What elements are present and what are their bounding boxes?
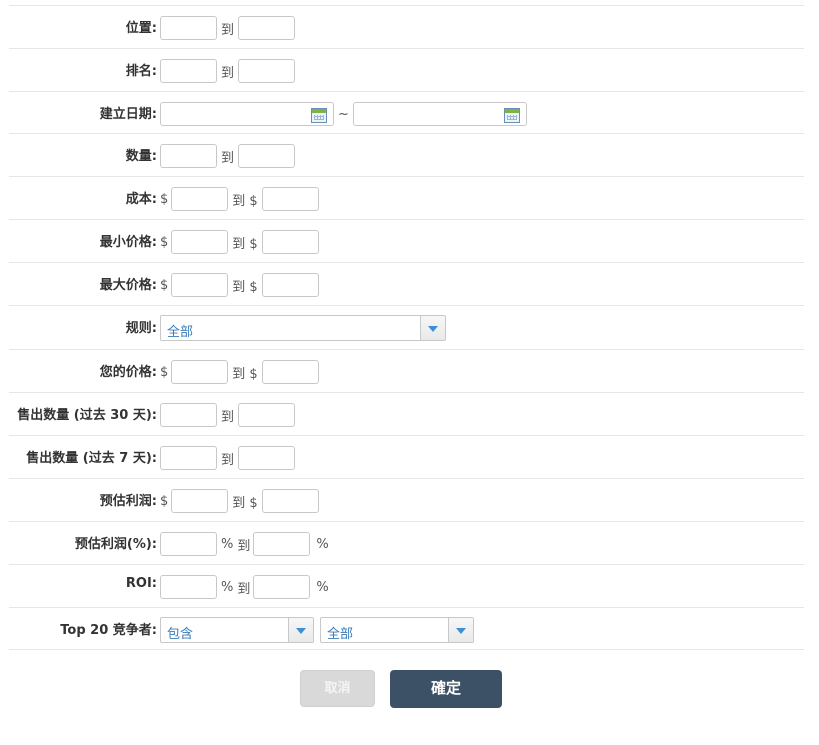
label-top20: Top 20 竞争者: bbox=[60, 623, 157, 638]
to-text: 到 $ bbox=[232, 279, 258, 295]
calendar-icon[interactable] bbox=[503, 108, 520, 123]
percent-sign: % bbox=[221, 536, 234, 552]
roi-from-input[interactable] bbox=[160, 575, 217, 599]
to-text: 到 $ bbox=[232, 193, 258, 209]
label-position: 位置: bbox=[125, 21, 157, 36]
calendar-icon[interactable] bbox=[311, 108, 327, 123]
row-cost: 成本: $ 到 $ bbox=[9, 177, 804, 220]
cost-to-input[interactable] bbox=[261, 187, 319, 211]
est-profit-to-input[interactable] bbox=[261, 489, 319, 513]
label-rule: 规则: bbox=[125, 321, 157, 336]
label-sold-7: 售出数量 (过去 7 天): bbox=[26, 451, 157, 466]
to-text: 到 bbox=[221, 65, 235, 81]
currency-symbol: $ bbox=[160, 277, 169, 293]
est-profit-pct-to-input[interactable] bbox=[253, 532, 311, 556]
confirm-button[interactable]: 確定 bbox=[390, 670, 502, 708]
max-price-to-input[interactable] bbox=[261, 273, 319, 297]
position-from-input[interactable] bbox=[160, 16, 217, 40]
your-price-to-input[interactable] bbox=[261, 360, 319, 384]
rule-select[interactable]: 全部 bbox=[160, 315, 446, 341]
sold-7-from-input[interactable] bbox=[160, 446, 217, 470]
to-text: 到 bbox=[237, 581, 251, 597]
label-cost: 成本: bbox=[125, 192, 157, 207]
label-est-profit-pct: 预估利润(%): bbox=[74, 537, 157, 552]
row-rank: 排名: 到 bbox=[9, 49, 804, 92]
row-created-date: 建立日期: ~ bbox=[9, 92, 804, 134]
to-text: 到 bbox=[221, 22, 235, 38]
row-min-price: 最小价格: $ 到 $ bbox=[9, 220, 804, 263]
row-rule: 规则: 全部 bbox=[9, 306, 804, 350]
position-to-input[interactable] bbox=[238, 16, 296, 40]
date-from-input[interactable] bbox=[160, 102, 334, 126]
to-text: 到 bbox=[221, 409, 235, 425]
quantity-to-input[interactable] bbox=[238, 144, 296, 168]
row-sold-7: 售出数量 (过去 7 天): 到 bbox=[9, 436, 804, 479]
top20-mode-select[interactable]: 包含 bbox=[160, 617, 314, 643]
to-text: 到 bbox=[221, 452, 235, 468]
row-roi: ROI: % 到 % bbox=[9, 565, 804, 608]
cancel-button[interactable]: 取消 bbox=[300, 670, 375, 707]
currency-symbol: $ bbox=[160, 493, 169, 509]
currency-symbol: $ bbox=[160, 191, 169, 207]
sold-30-from-input[interactable] bbox=[160, 403, 217, 427]
label-quantity: 数量: bbox=[125, 149, 157, 164]
to-text: 到 $ bbox=[232, 236, 258, 252]
label-roi: ROI: bbox=[125, 576, 157, 591]
chevron-down-icon[interactable] bbox=[420, 316, 445, 340]
label-your-price: 您的价格: bbox=[99, 365, 157, 380]
cost-from-input[interactable] bbox=[171, 187, 229, 211]
to-text: 到 $ bbox=[232, 495, 258, 511]
label-est-profit: 预估利润: bbox=[99, 494, 157, 509]
chevron-down-icon[interactable] bbox=[448, 618, 473, 642]
to-text: 到 bbox=[237, 538, 251, 554]
label-max-price: 最大价格: bbox=[99, 278, 157, 293]
filter-form: 位置: 到 排名: 到 建立日期: ~ 数量: 到 成本: $ 到 $ 最小价格… bbox=[9, 5, 804, 650]
row-est-profit: 预估利润: $ 到 $ bbox=[9, 479, 804, 522]
sold-30-to-input[interactable] bbox=[238, 403, 296, 427]
to-text: 到 $ bbox=[232, 366, 258, 382]
currency-symbol: $ bbox=[160, 364, 169, 380]
top20-competitor-select[interactable]: 全部 bbox=[320, 617, 474, 643]
row-est-profit-pct: 预估利润(%): % 到 % bbox=[9, 522, 804, 565]
label-sold-30: 售出数量 (过去 30 天): bbox=[17, 408, 157, 423]
roi-to-input[interactable] bbox=[253, 575, 311, 599]
your-price-from-input[interactable] bbox=[171, 360, 229, 384]
quantity-from-input[interactable] bbox=[160, 144, 217, 168]
row-top20: Top 20 竞争者: 包含 全部 bbox=[9, 608, 804, 650]
est-profit-pct-from-input[interactable] bbox=[160, 532, 217, 556]
row-max-price: 最大价格: $ 到 $ bbox=[9, 263, 804, 306]
label-min-price: 最小价格: bbox=[99, 235, 157, 250]
to-text: 到 bbox=[221, 150, 235, 166]
sold-7-to-input[interactable] bbox=[238, 446, 296, 470]
top20-mode-value: 包含 bbox=[167, 627, 194, 642]
est-profit-from-input[interactable] bbox=[171, 489, 229, 513]
date-to-input[interactable] bbox=[352, 102, 527, 126]
percent-sign: % bbox=[221, 579, 234, 595]
row-position: 位置: 到 bbox=[9, 6, 804, 49]
min-price-from-input[interactable] bbox=[171, 230, 229, 254]
row-sold-30: 售出数量 (过去 30 天): 到 bbox=[9, 393, 804, 436]
label-created-date: 建立日期: bbox=[99, 107, 157, 122]
rank-to-input[interactable] bbox=[238, 59, 296, 83]
percent-sign: % bbox=[316, 536, 329, 552]
chevron-down-icon[interactable] bbox=[288, 618, 313, 642]
min-price-to-input[interactable] bbox=[261, 230, 319, 254]
currency-symbol: $ bbox=[160, 234, 169, 250]
rank-from-input[interactable] bbox=[160, 59, 217, 83]
row-your-price: 您的价格: $ 到 $ bbox=[9, 350, 804, 393]
range-separator: ~ bbox=[338, 106, 349, 122]
max-price-from-input[interactable] bbox=[171, 273, 229, 297]
percent-sign: % bbox=[316, 579, 329, 595]
top20-competitor-value: 全部 bbox=[327, 627, 354, 642]
row-quantity: 数量: 到 bbox=[9, 134, 804, 177]
rule-select-value: 全部 bbox=[167, 325, 194, 340]
label-rank: 排名: bbox=[125, 64, 157, 79]
